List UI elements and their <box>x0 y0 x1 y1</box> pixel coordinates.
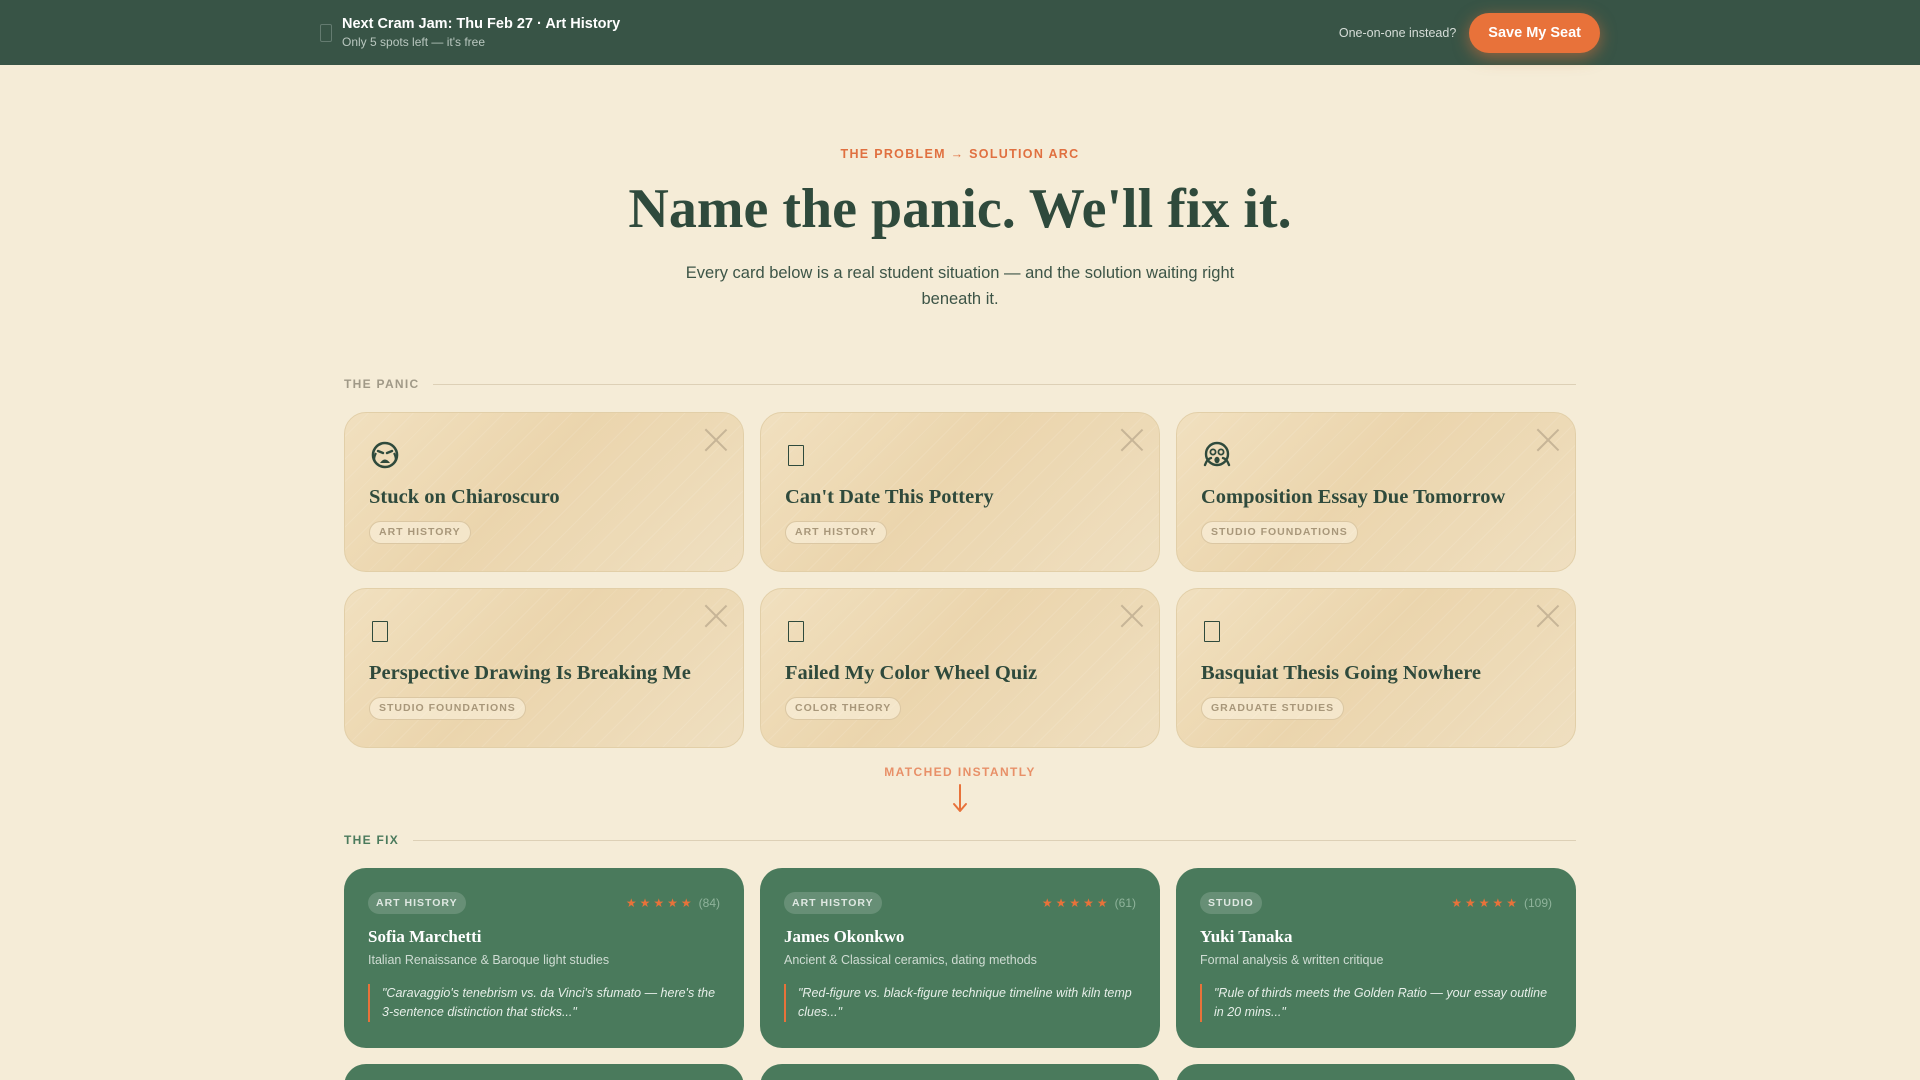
tutor-card[interactable]: STUDIO ★★★★★ (109) Yuki Tanaka Formal an… <box>1176 868 1576 1048</box>
tutor-card-partial[interactable] <box>1176 1064 1576 1080</box>
star-rating-icon: ★★★★★ <box>1451 896 1520 910</box>
panic-card-title: Basquiat Thesis Going Nowhere <box>1201 662 1482 684</box>
subject-tag: STUDIO <box>1200 892 1262 914</box>
close-icon[interactable] <box>1119 603 1145 629</box>
panic-card[interactable]: Can't Date This Pottery ART HISTORY <box>760 412 1160 572</box>
palette-icon <box>785 615 817 647</box>
page-title: Name the panic. We'll fix it. <box>628 178 1292 240</box>
subject-tag: ART HISTORY <box>368 892 466 914</box>
one-on-one-link[interactable]: One-on-one instead? <box>1339 26 1456 40</box>
tutor-card[interactable]: ART HISTORY ★★★★★ (84) Sofia Marchetti I… <box>344 868 744 1048</box>
tutor-quote: "Red-figure vs. black-figure technique t… <box>784 984 1136 1022</box>
tutor-specialty: Italian Renaissance & Baroque light stud… <box>368 953 610 967</box>
close-icon[interactable] <box>703 427 729 453</box>
subject-tag: STUDIO FOUNDATIONS <box>1201 521 1358 544</box>
screaming-face-icon <box>1201 439 1233 471</box>
star-rating-icon: ★★★★★ <box>1041 896 1111 910</box>
pottery-icon <box>785 439 817 471</box>
section-eyebrow: THE PROBLEM → SOLUTION ARC <box>840 147 1080 161</box>
calendar-icon <box>320 23 332 42</box>
panic-card-title: Stuck on Chiaroscuro <box>369 486 560 508</box>
subject-tag: COLOR THEORY <box>785 697 902 720</box>
panic-label-text: THE PANIC <box>344 377 420 391</box>
panic-card[interactable]: Basquiat Thesis Going Nowhere GRADUATE S… <box>1176 588 1576 748</box>
save-my-seat-button[interactable]: Save My Seat <box>1469 12 1600 53</box>
tutor-quote: "Rule of thirds meets the Golden Ratio —… <box>1200 984 1552 1022</box>
fix-label-text: THE FIX <box>344 833 400 847</box>
event-subtitle: Only 5 spots left — it's free <box>342 35 486 49</box>
subject-tag: ART HISTORY <box>784 892 882 914</box>
page-subtitle: Every card below is a real student situa… <box>685 264 1235 308</box>
panic-card-title: Failed My Color Wheel Quiz <box>785 662 1038 684</box>
tutor-specialty: Ancient & Classical ceramics, dating met… <box>784 953 1037 967</box>
ruler-icon <box>369 615 401 647</box>
subject-tag: STUDIO FOUNDATIONS <box>369 697 526 720</box>
panic-card[interactable]: Composition Essay Due Tomorrow STUDIO FO… <box>1176 412 1576 572</box>
close-icon[interactable] <box>703 603 729 629</box>
divider <box>413 839 1576 841</box>
event-banner: Next Cram Jam: Thu Feb 27 · Art History … <box>0 0 1920 65</box>
close-icon[interactable] <box>1119 427 1145 453</box>
panic-card-title: Can't Date This Pottery <box>785 486 994 508</box>
subject-tag: GRADUATE STUDIES <box>1201 697 1345 720</box>
banner-actions: One-on-one instead? Save My Seat <box>1339 12 1600 53</box>
review-count: (109) <box>1523 896 1552 910</box>
tutor-card-partial[interactable] <box>760 1064 1160 1080</box>
panic-card[interactable]: Failed My Color Wheel Quiz COLOR THEORY <box>760 588 1160 748</box>
panic-card[interactable]: Stuck on Chiaroscuro ART HISTORY <box>344 412 744 572</box>
panic-card-title: Composition Essay Due Tomorrow <box>1201 486 1506 508</box>
event-info: Next Cram Jam: Thu Feb 27 · Art History … <box>320 15 620 50</box>
rating: ★★★★★ (61) <box>1042 896 1136 910</box>
tutor-name: James Okonkwo <box>784 927 905 946</box>
tutor-quote: "Caravaggio's tenebrism vs. da Vinci's s… <box>368 984 720 1022</box>
panic-section-label: THE PANIC <box>344 377 1576 391</box>
tutor-card-partial[interactable] <box>344 1064 744 1080</box>
rating: ★★★★★ (84) <box>626 896 720 910</box>
event-text: Next Cram Jam: Thu Feb 27 · Art History … <box>342 15 620 50</box>
rating: ★★★★★ (109) <box>1451 896 1552 910</box>
panic-card-grid: Stuck on Chiaroscuro ART HISTORY Can't D… <box>344 412 1576 748</box>
crying-face-icon <box>369 439 401 471</box>
star-rating-icon: ★★★★★ <box>625 896 695 910</box>
subject-tag: ART HISTORY <box>785 521 887 544</box>
tutor-name: Yuki Tanaka <box>1200 927 1293 946</box>
tutor-name: Sofia Marchetti <box>368 927 482 946</box>
fix-section-label: THE FIX <box>344 833 1576 847</box>
review-count: (61) <box>1114 896 1136 910</box>
review-count: (84) <box>698 896 720 910</box>
panic-card[interactable]: Perspective Drawing Is Breaking Me STUDI… <box>344 588 744 748</box>
panic-card-title: Perspective Drawing Is Breaking Me <box>369 662 691 684</box>
subject-tag: ART HISTORY <box>369 521 471 544</box>
arrow-down-icon <box>953 784 967 812</box>
close-icon[interactable] <box>1535 603 1561 629</box>
tutor-specialty: Formal analysis & written critique <box>1200 953 1384 967</box>
close-icon[interactable] <box>1535 427 1561 453</box>
book-icon <box>1201 615 1233 647</box>
tutor-card[interactable]: ART HISTORY ★★★★★ (61) James Okonkwo Anc… <box>760 868 1160 1048</box>
event-title: Next Cram Jam: Thu Feb 27 · Art History <box>342 16 621 32</box>
divider <box>433 383 1576 385</box>
tutor-card-grid: ART HISTORY ★★★★★ (84) Sofia Marchetti I… <box>344 868 1576 1080</box>
matched-instantly-label: MATCHED INSTANTLY <box>884 765 1036 779</box>
